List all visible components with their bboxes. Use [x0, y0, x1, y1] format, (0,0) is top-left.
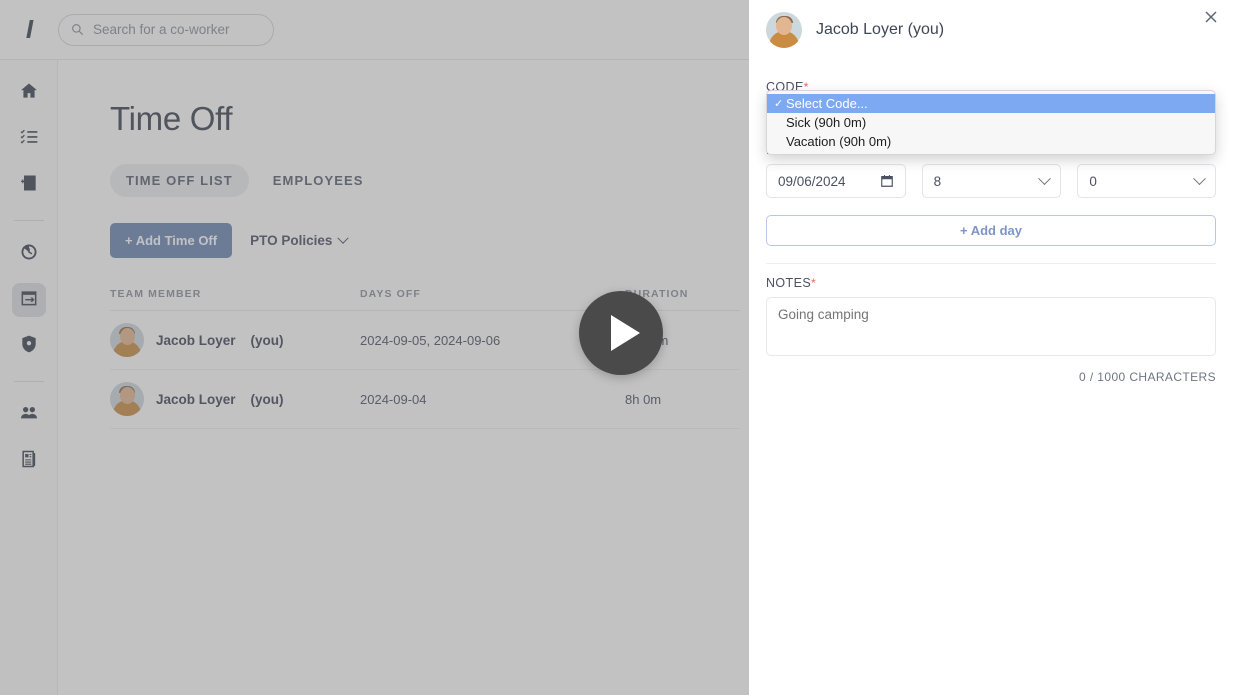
- form-divider: [766, 263, 1216, 264]
- notes-field-group: NOTES* 0 / 1000 CHARACTERS: [766, 276, 1216, 384]
- date-input[interactable]: 09/06/2024: [766, 164, 906, 198]
- panel-title: Jacob Loyer (you): [816, 21, 944, 39]
- add-day-button[interactable]: + Add day: [766, 215, 1216, 246]
- required-marker: *: [811, 276, 816, 290]
- dropdown-option-label: Sick (90h 0m): [786, 115, 866, 130]
- video-play-button[interactable]: [579, 291, 663, 375]
- code-dropdown-list[interactable]: ✓ Select Code... Sick (90h 0m) Vacation …: [766, 90, 1216, 155]
- character-count: 0 / 1000 CHARACTERS: [766, 370, 1216, 384]
- calendar-icon[interactable]: [880, 174, 894, 188]
- mins-value: 0: [1089, 174, 1097, 189]
- dropdown-option-label: Vacation (90h 0m): [786, 134, 891, 149]
- hours-value: 8: [934, 174, 942, 189]
- chevron-down-icon: [1038, 172, 1051, 185]
- close-icon[interactable]: [1203, 9, 1219, 25]
- mins-select[interactable]: 0: [1077, 164, 1216, 198]
- dropdown-option-label: Select Code...: [786, 96, 868, 111]
- time-off-form-panel: Jacob Loyer (you) CODE* ✓ Select Code...…: [749, 0, 1233, 695]
- dropdown-option-sick[interactable]: Sick (90h 0m): [767, 113, 1215, 132]
- hours-select[interactable]: 8: [922, 164, 1062, 198]
- date-value: 09/06/2024: [778, 174, 846, 189]
- panel-header: Jacob Loyer (you): [766, 0, 1216, 48]
- check-icon: ✓: [774, 97, 786, 110]
- dropdown-option-vacation[interactable]: Vacation (90h 0m): [767, 132, 1215, 151]
- notes-label: NOTES*: [766, 276, 1216, 290]
- avatar: [766, 12, 802, 48]
- app-root: I Search for a co-worker: [0, 0, 1233, 695]
- notes-textarea[interactable]: [766, 297, 1216, 356]
- dropdown-option-select-code[interactable]: ✓ Select Code...: [767, 94, 1215, 113]
- chevron-down-icon: [1193, 172, 1206, 185]
- notes-label-text: NOTES: [766, 276, 811, 290]
- play-icon: [611, 315, 640, 351]
